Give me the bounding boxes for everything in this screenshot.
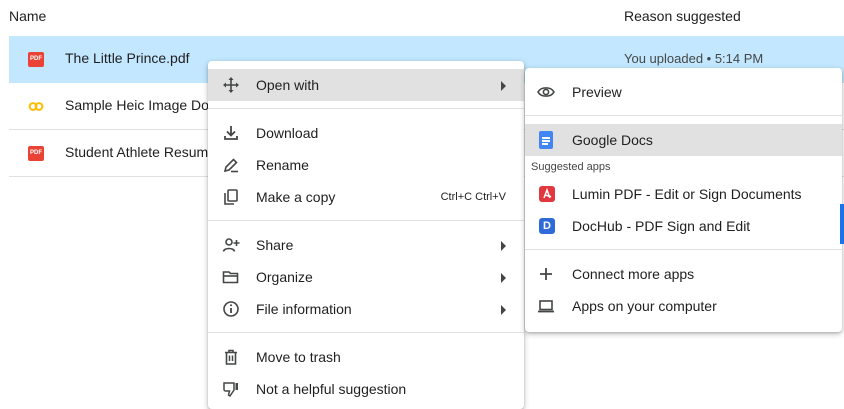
info-icon [223, 301, 239, 317]
menu-divider [525, 249, 842, 250]
menu-item-label: Open with [256, 77, 320, 93]
submenu-item-preview[interactable]: Preview [525, 76, 842, 108]
submenu-item-label: Lumin PDF - Edit or Sign Documents [572, 186, 802, 202]
menu-divider [208, 108, 524, 109]
chevron-right-icon [501, 81, 506, 91]
menu-divider [208, 220, 524, 221]
submenu-item-dochub[interactable]: D DocHub - PDF Sign and Edit [525, 210, 842, 242]
menu-item-share[interactable]: Share [208, 229, 524, 261]
file-list-header: Name Reason suggested [0, 0, 844, 36]
chevron-right-icon [501, 273, 506, 283]
submenu-item-label: Google Docs [572, 132, 653, 148]
download-icon [224, 126, 238, 140]
heic-icon [28, 102, 44, 111]
reason-column-header: Reason suggested [624, 8, 741, 24]
menu-item-label: Make a copy [256, 189, 336, 205]
pdf-icon: PDF [28, 52, 44, 67]
trash-icon [225, 349, 237, 365]
rename-pencil-icon [223, 158, 238, 173]
file-name: Sample Heic Image Do [65, 97, 209, 113]
menu-item-organize[interactable]: Organize [208, 261, 524, 293]
move-icon [223, 77, 239, 93]
google-docs-icon [539, 131, 553, 149]
context-menu: Open with Download Rename Make a copy Ct… [208, 61, 524, 409]
chevron-right-icon [501, 305, 506, 315]
menu-item-label: File information [256, 301, 352, 317]
menu-item-label: Rename [256, 157, 309, 173]
menu-divider [525, 115, 842, 116]
file-name: The Little Prince.pdf [65, 50, 190, 66]
menu-item-move-to-trash[interactable]: Move to trash [208, 341, 524, 373]
lumin-pdf-icon [539, 186, 555, 202]
name-column-header[interactable]: Name [9, 8, 46, 24]
eye-icon [537, 87, 555, 97]
person-add-icon [222, 238, 240, 252]
pdf-icon: PDF [28, 146, 44, 161]
menu-item-label: Organize [256, 269, 313, 285]
menu-item-label: Not a helpful suggestion [256, 381, 407, 397]
reason-suggested: You uploaded • 5:14 PM [624, 51, 764, 66]
menu-item-download[interactable]: Download [208, 117, 524, 149]
submenu-item-label: Connect more apps [572, 266, 695, 282]
chevron-right-icon [501, 241, 506, 251]
suggested-apps-label: Suggested apps [531, 161, 611, 173]
laptop-icon [538, 300, 554, 313]
plus-icon [540, 268, 552, 280]
dochub-icon: D [539, 218, 555, 234]
folder-open-icon [222, 271, 239, 284]
submenu-item-lumin-pdf[interactable]: Lumin PDF - Edit or Sign Documents [525, 178, 842, 210]
menu-item-not-helpful[interactable]: Not a helpful suggestion [208, 373, 524, 405]
menu-item-label: Move to trash [256, 349, 341, 365]
menu-item-make-copy[interactable]: Make a copy Ctrl+C Ctrl+V [208, 181, 524, 213]
submenu-item-label: Apps on your computer [572, 298, 717, 314]
submenu-item-google-docs[interactable]: Google Docs [525, 124, 842, 156]
menu-item-open-with[interactable]: Open with [208, 69, 524, 101]
submenu-item-connect-more-apps[interactable]: Connect more apps [525, 258, 842, 290]
menu-divider [208, 332, 524, 333]
menu-item-label: Share [256, 237, 294, 253]
file-name: Student Athlete Resum [65, 144, 209, 160]
thumbs-down-icon [223, 382, 238, 398]
menu-item-file-information[interactable]: File information [208, 293, 524, 325]
side-panel-edge [840, 204, 844, 244]
menu-item-rename[interactable]: Rename [208, 149, 524, 181]
keyboard-shortcut: Ctrl+C Ctrl+V [440, 191, 506, 203]
open-with-submenu: Preview Google Docs Suggested apps Lumin… [525, 68, 842, 332]
submenu-item-label: Preview [572, 84, 622, 100]
menu-item-label: Download [256, 125, 319, 141]
copy-icon [224, 189, 238, 205]
submenu-item-apps-on-computer[interactable]: Apps on your computer [525, 290, 842, 322]
submenu-item-label: DocHub - PDF Sign and Edit [572, 218, 751, 234]
